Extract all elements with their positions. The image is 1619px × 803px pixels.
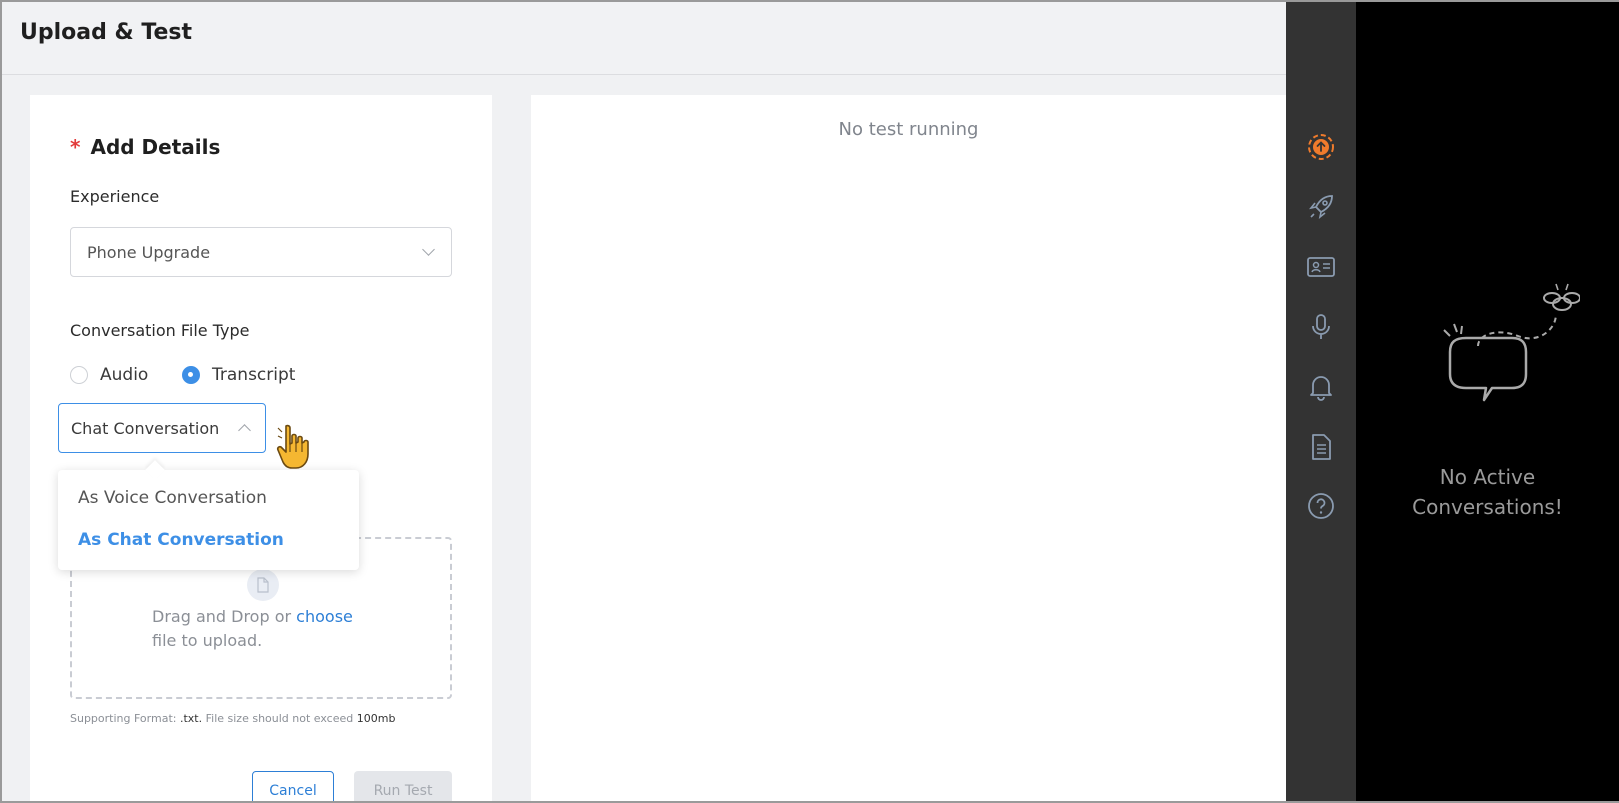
experience-label: Experience	[70, 187, 160, 206]
support-prefix: Supporting Format:	[70, 712, 177, 725]
dropzone-text-1: Drag and Drop or	[152, 607, 292, 626]
page-header: Upload & Test	[2, 2, 1286, 75]
empty-line-1: No Active	[1439, 465, 1536, 489]
hand-cursor-icon	[276, 422, 309, 469]
experience-select[interactable]: Phone Upgrade	[70, 227, 452, 277]
conversation-type-value: Chat Conversation	[71, 419, 220, 438]
dropdown-option-voice[interactable]: As Voice Conversation	[78, 488, 267, 508]
id-card-icon[interactable]	[1306, 252, 1336, 282]
page-title: Upload & Test	[20, 20, 192, 45]
section-title: * Add Details	[70, 135, 220, 159]
upload-icon[interactable]	[1306, 132, 1336, 162]
support-size: 100mb	[356, 712, 396, 725]
conversations-panel: No Active Conversations!	[1356, 2, 1619, 803]
experience-select-value: Phone Upgrade	[87, 243, 211, 262]
empty-conversations-illustration	[1443, 283, 1580, 402]
document-icon[interactable]	[1306, 432, 1336, 462]
cancel-button[interactable]: Cancel	[252, 771, 334, 803]
no-test-message: No test running	[838, 119, 979, 140]
radio-transcript-indicator[interactable]	[182, 366, 200, 384]
radio-audio-label: Audio	[100, 365, 149, 385]
help-icon[interactable]	[1306, 492, 1336, 522]
support-mid: File size should not exceed	[205, 712, 354, 725]
dropdown-option-chat[interactable]: As Chat Conversation	[78, 530, 284, 550]
support-note: Supporting Format: .txt. File size shoul…	[70, 712, 395, 725]
empty-line-2: Conversations!	[1412, 495, 1563, 519]
file-icon	[247, 569, 279, 601]
side-icon-rail	[1286, 2, 1356, 803]
dropzone-text: Drag and Drop or choose file to upload.	[152, 605, 392, 653]
required-mark: *	[70, 135, 81, 159]
microphone-icon[interactable]	[1306, 312, 1336, 342]
conversation-type-dropdown: As Voice Conversation As Chat Conversati…	[58, 470, 359, 570]
test-results-panel: No test running	[531, 95, 1286, 803]
rocket-icon[interactable]	[1306, 192, 1336, 222]
details-panel: * Add Details Experience Phone Upgrade Co…	[30, 95, 492, 803]
chevron-down-icon	[422, 243, 435, 256]
radio-audio-indicator[interactable]	[70, 366, 88, 384]
chevron-up-icon	[238, 424, 251, 437]
run-test-button[interactable]: Run Test	[354, 771, 452, 803]
support-format: .txt.	[179, 712, 203, 725]
choose-file-link[interactable]: choose	[296, 607, 353, 626]
radio-transcript[interactable]: Transcript	[182, 365, 295, 385]
section-title-text: Add Details	[90, 135, 221, 159]
bell-icon[interactable]	[1306, 372, 1336, 402]
radio-transcript-label: Transcript	[212, 365, 296, 385]
radio-audio[interactable]: Audio	[70, 365, 148, 385]
dropzone-text-2: file to upload.	[152, 631, 263, 650]
conversation-type-select[interactable]: Chat Conversation	[58, 403, 266, 453]
file-type-label: Conversation File Type	[70, 321, 250, 340]
empty-conversations-text: No Active Conversations!	[1356, 462, 1619, 522]
